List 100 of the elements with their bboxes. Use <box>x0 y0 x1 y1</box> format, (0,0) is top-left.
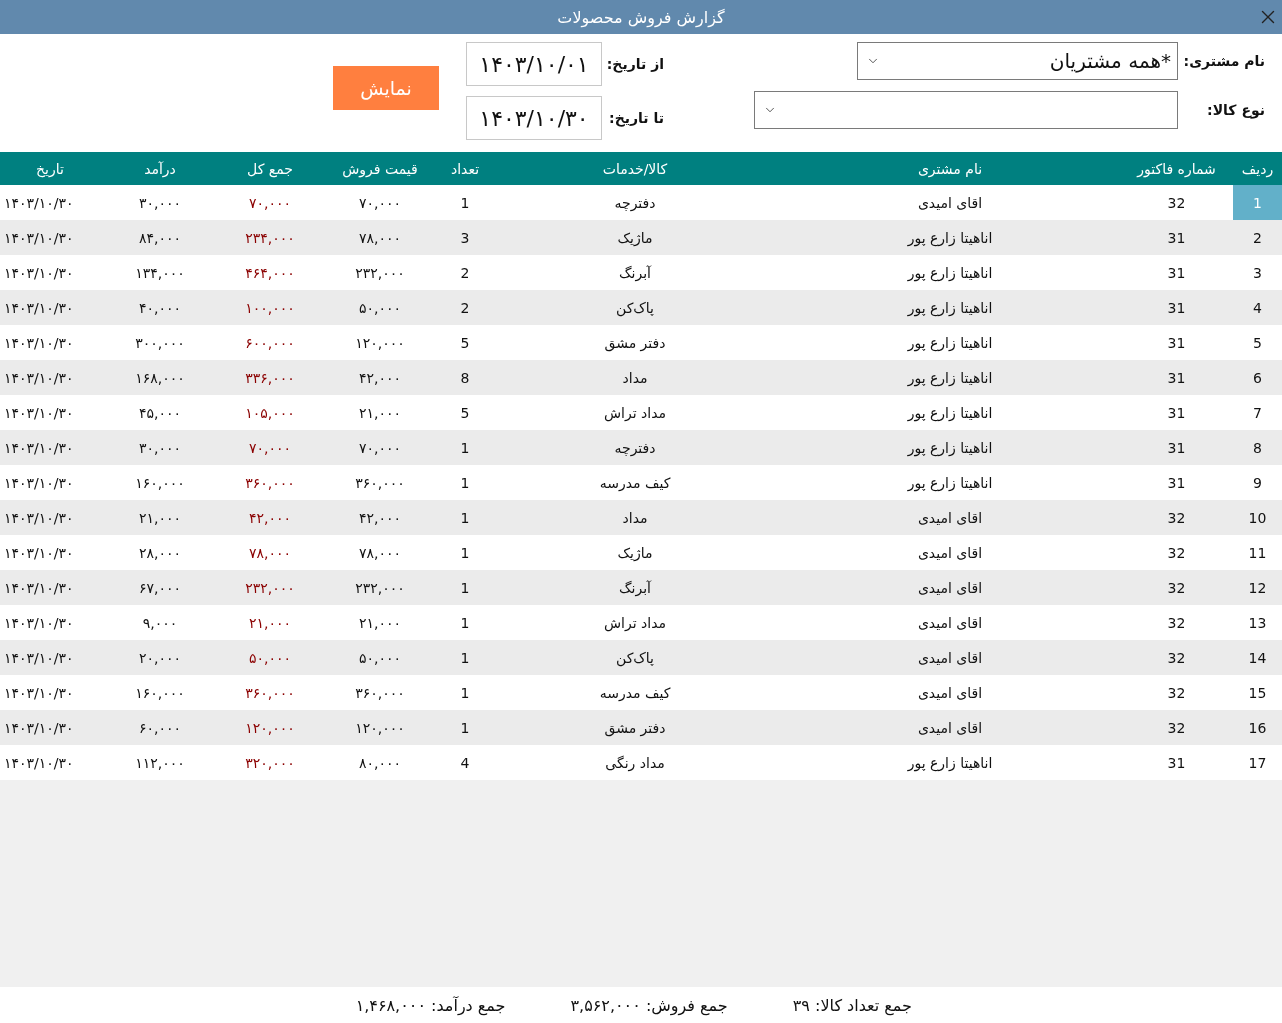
table-cell-text: ۱۴۰۳/۱۰/۳۰ <box>3 228 75 248</box>
table-cell-text: ۲۳۲,۰۰۰ <box>244 578 296 598</box>
row-number-cell[interactable]: 9 <box>1233 465 1282 500</box>
table-cell-text: ۴۲,۰۰۰ <box>357 508 403 528</box>
table-cell-text: ۷۸,۰۰۰ <box>357 543 403 563</box>
customer-combo-box[interactable]: *همه مشتریان <box>857 42 1178 80</box>
table-cell-text: 5 <box>459 403 471 423</box>
table-cell-text: 32 <box>1166 508 1187 528</box>
table-cell-text: ۱۲۰,۰۰۰ <box>354 333 406 353</box>
table-cell-text: ۱۶۸,۰۰۰ <box>134 368 186 388</box>
table-cell-text: ۳۰,۰۰۰ <box>137 438 183 458</box>
table-cell-text: ۱۴۰۳/۱۰/۳۰ <box>3 263 75 283</box>
table-cell-text: اناهیتا زارع پور <box>906 368 994 389</box>
table-cell-text: ۱۴۰۳/۱۰/۳۰ <box>3 613 75 633</box>
table-cell-text: 32 <box>1166 648 1187 668</box>
table-cell-text: کیف مدرسه <box>598 473 672 493</box>
table-cell-text: اقای امیدی <box>916 193 984 213</box>
table-cell-text: ۵۰,۰۰۰ <box>357 298 403 318</box>
row-number-cell[interactable]: 13 <box>1233 605 1282 640</box>
table-cell-text: ۷۸,۰۰۰ <box>247 543 293 563</box>
table-cell-text: اقای امیدی <box>916 613 984 633</box>
column-header[interactable]: نام مشتری <box>780 160 1120 177</box>
column-header[interactable]: تاریخ <box>0 160 100 177</box>
date-field[interactable]: ۱۴۰۳/۱۰/۰۱ <box>466 42 602 86</box>
table-cell-text: ۴۰,۰۰۰ <box>137 298 183 318</box>
table-cell-text: 32 <box>1166 578 1187 598</box>
summary-text: جمع تعداد کالا: ۳۹ <box>792 995 912 1015</box>
column-header[interactable]: کالا/خدمات <box>490 160 780 177</box>
table-cell-text: ۷۰,۰۰۰ <box>357 193 403 213</box>
table-cell-text: 1 <box>459 438 471 458</box>
row-number-cell[interactable]: 16 <box>1233 710 1282 745</box>
table-cell-text: پاک‌کن <box>615 648 655 669</box>
table-cell-text: اناهیتا زارع پور <box>906 403 994 424</box>
table-cell-text: ۱۴۰۳/۱۰/۳۰ <box>3 543 75 563</box>
table-cell-text: ۲۱,۰۰۰ <box>357 613 403 633</box>
table-cell-text: ۳۰,۰۰۰ <box>137 193 183 213</box>
row-number-cell[interactable]: 4 <box>1233 290 1282 325</box>
column-header[interactable]: شماره فاکتور <box>1120 160 1233 177</box>
table-cell-text: ۱۰۰,۰۰۰ <box>244 298 296 318</box>
table-cell-text: ۷۸,۰۰۰ <box>357 228 403 248</box>
table-cell-text: ۸۴,۰۰۰ <box>137 228 183 248</box>
table-cell-text: ۱۴۰۳/۱۰/۳۰ <box>3 648 75 668</box>
column-header[interactable]: جمع کل <box>220 160 320 177</box>
row-number-cell[interactable]: 5 <box>1233 325 1282 360</box>
row-number-cell[interactable]: 7 <box>1233 395 1282 430</box>
row-number-cell[interactable]: 3 <box>1233 255 1282 290</box>
table-cell-text: دفتر مشق <box>603 333 667 354</box>
table-cell-text: ۸۰,۰۰۰ <box>357 753 403 773</box>
row-number-cell[interactable]: 14 <box>1233 640 1282 675</box>
table-cell-text: اناهیتا زارع پور <box>906 438 994 459</box>
column-header[interactable]: ردیف <box>1233 160 1282 177</box>
table-cell-text: ۳۲۰,۰۰۰ <box>244 753 296 773</box>
table-cell-text: ۲۱,۰۰۰ <box>357 403 403 423</box>
row-number-cell[interactable]: 17 <box>1233 745 1282 780</box>
column-header[interactable]: درآمد <box>100 160 220 177</box>
table-cell-text: ۱۲۰,۰۰۰ <box>354 718 406 738</box>
table-cell-text: اناهیتا زارع پور <box>906 753 994 774</box>
table-cell-text: ۳۶۰,۰۰۰ <box>354 473 406 493</box>
table-cell-text: اناهیتا زارع پور <box>906 333 994 354</box>
row-number-cell[interactable]: 10 <box>1233 500 1282 535</box>
table-cell-text: اقای امیدی <box>916 508 984 528</box>
column-header[interactable]: قیمت فروش <box>320 160 440 177</box>
table-cell-text: 31 <box>1166 368 1187 388</box>
row-number-cell[interactable]: 11 <box>1233 535 1282 570</box>
table-cell-text: ۳۶۰,۰۰۰ <box>244 473 296 493</box>
table-cell-text: ۷۰,۰۰۰ <box>247 438 293 458</box>
table-cell-text: ۳۳۶,۰۰۰ <box>244 368 296 388</box>
table-cell-text: ۱۱۲,۰۰۰ <box>134 753 186 773</box>
table-cell-text: پاک‌کن <box>615 298 655 319</box>
row-number-cell[interactable]: 8 <box>1233 430 1282 465</box>
table-cell-text: آبرنگ <box>618 263 653 284</box>
row-number-cell[interactable]: 12 <box>1233 570 1282 605</box>
table-cell-text: 1 <box>459 683 471 703</box>
table-cell-text: 31 <box>1166 438 1187 458</box>
table-cell-text: دفتر مشق <box>603 718 667 739</box>
column-header[interactable]: تعداد <box>440 160 490 177</box>
table-cell-text: ۶۰,۰۰۰ <box>137 718 183 738</box>
table-cell-text: ۲۱,۰۰۰ <box>137 508 183 528</box>
table-cell-text: ۹,۰۰۰ <box>141 613 179 633</box>
table-cell-text: ۱۴۰۳/۱۰/۳۰ <box>3 683 75 703</box>
table-cell-text: ۴۵,۰۰۰ <box>137 403 183 423</box>
table-cell-text: 4 <box>459 753 471 773</box>
table-cell-text: ۳۰۰,۰۰۰ <box>134 333 186 353</box>
table-cell-text: اناهیتا زارع پور <box>906 473 994 494</box>
table-cell-text: ۲۳۴,۰۰۰ <box>244 228 296 248</box>
date-field[interactable]: ۱۴۰۳/۱۰/۳۰ <box>466 96 602 140</box>
table-cell-text: ۲۸,۰۰۰ <box>137 543 183 563</box>
table-cell-text: ماژیک <box>616 543 654 563</box>
table-cell-text: 1 <box>459 508 471 528</box>
table-cell-text: اقای امیدی <box>916 543 984 563</box>
row-number-cell[interactable]: 15 <box>1233 675 1282 710</box>
table-cell-text: 2 <box>459 263 471 283</box>
row-number-cell[interactable]: 2 <box>1233 220 1282 255</box>
product-type-combo-box[interactable] <box>754 91 1178 129</box>
table-cell-text: ۱۴۰۳/۱۰/۳۰ <box>3 753 75 773</box>
table-cell-text: ۱۴۰۳/۱۰/۳۰ <box>3 298 75 318</box>
table-cell-text: مداد تراش <box>603 403 667 424</box>
row-number-cell[interactable]: 6 <box>1233 360 1282 395</box>
table-cell-text: ۷۰,۰۰۰ <box>357 438 403 458</box>
table-cell-text: ۲۰,۰۰۰ <box>137 648 183 668</box>
